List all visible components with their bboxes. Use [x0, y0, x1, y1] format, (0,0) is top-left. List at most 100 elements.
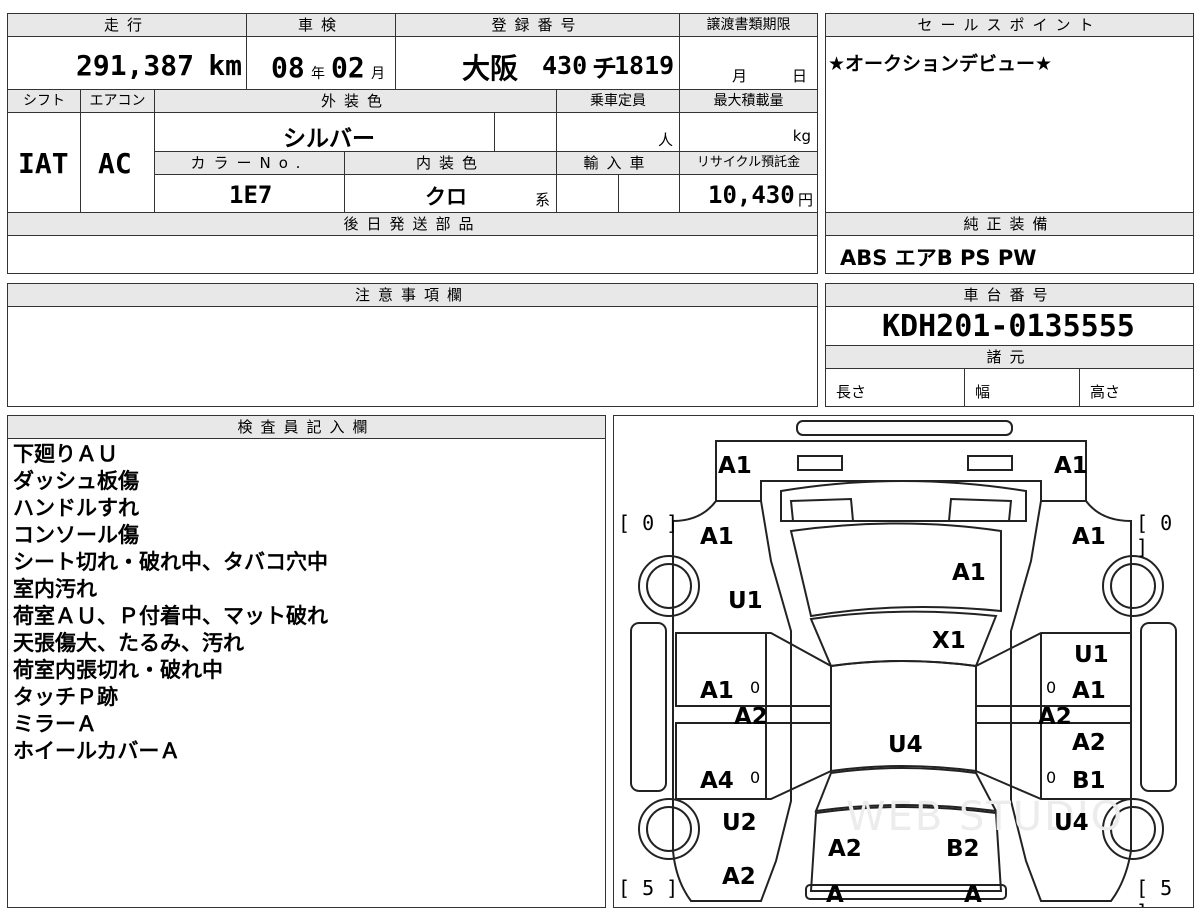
remark-line: シート切れ・破れ中、タバコ穴中	[13, 550, 328, 574]
remark-line: 天張傷大、たるみ、汚れ	[13, 631, 244, 655]
shift-header: シフト	[7, 89, 81, 113]
mark-back-left: A2	[828, 836, 862, 862]
chassis-number: KDH201-0135555	[882, 309, 1135, 344]
import-header: 輸入車	[556, 151, 680, 175]
recycle-fee: 10,430	[708, 181, 795, 209]
left-step	[630, 622, 667, 792]
sales-point-header: セールスポイント	[825, 13, 1194, 37]
mark-rear-bumper-right: A	[964, 882, 982, 908]
mark-right-rear-quarter: B1	[1072, 768, 1106, 794]
notes-header: 注意事項欄	[7, 283, 818, 307]
mileage-unit: km	[208, 49, 242, 82]
exterior-color-label: 外装色	[320, 92, 390, 110]
capacity-unit: 人	[657, 131, 673, 149]
mileage-label: 走行	[103, 16, 150, 34]
mark-front-right-corner: A1	[1054, 453, 1088, 479]
length-label: 長さ	[836, 383, 867, 401]
capacity-header: 乗車定員	[556, 89, 680, 113]
shaken-cell: 08 年 02 月	[246, 36, 396, 90]
mark-left-rear-wheel: U2	[722, 810, 757, 836]
tire-bracket-front-right: [ 0 ]	[1136, 511, 1173, 559]
sales-point-label: セールスポイント	[917, 16, 1102, 34]
front-bumper-shape	[796, 420, 1013, 436]
mark-right-rear-wheel: U4	[1054, 810, 1089, 836]
remark-line: ハンドルすれ	[13, 496, 139, 520]
headlight-left	[797, 455, 843, 471]
width-label: 幅	[975, 383, 991, 401]
dimensions-label: 諸元	[986, 348, 1033, 366]
front-right-wheel-inner	[1110, 563, 1156, 609]
tire-bracket-rear-left: [ 5 ]	[618, 876, 679, 900]
tire-bracket-rear-right: [ 5 ]	[1136, 876, 1173, 907]
remark-line: 下廻りＡＵ	[13, 442, 118, 466]
max-load-label: 最大積載量	[713, 93, 784, 109]
chassis-cell: KDH201-0135555	[825, 306, 1194, 346]
width-cell: 幅	[964, 368, 1080, 407]
color-no-cell: 1E7	[154, 174, 345, 213]
interior-suffix: 系	[534, 191, 550, 209]
shaken-month-unit: 月	[371, 66, 385, 82]
grille-right	[947, 497, 1013, 522]
grille-left	[789, 497, 855, 522]
windshield-shape	[809, 610, 998, 668]
tire-front-right-value: 0	[1160, 511, 1173, 535]
chassis-header: 車台番号	[825, 283, 1194, 307]
dimensions-header: 諸元	[825, 345, 1194, 369]
ac-header: エアコン	[80, 89, 155, 113]
plate-region: 大阪	[462, 52, 519, 85]
mark-rear-left-corner: A2	[722, 864, 756, 890]
door-zero: 0	[750, 768, 761, 787]
recycle-cell: 10,430 円	[679, 174, 818, 213]
later-parts-header: 後日発送部品	[7, 212, 818, 236]
genuine-equipment-header: 純正装備	[825, 212, 1194, 236]
right-rear-door	[975, 722, 1132, 800]
deadline-day-unit: 日	[792, 67, 808, 85]
notes-label: 注意事項欄	[354, 286, 470, 304]
color-no-header: カラーNo.	[154, 151, 345, 175]
mark-left-rear-door: A4	[700, 768, 734, 794]
shaken-label: 車検	[297, 16, 344, 34]
remark-line: ダッシュ板傷	[13, 469, 139, 493]
mark-right-rear-door: A2	[1072, 730, 1106, 756]
shaken-year-unit: 年	[311, 66, 325, 82]
exterior-color-cell: シルバー	[154, 112, 495, 152]
color-no-value: 1E7	[229, 181, 273, 209]
interior-color-value: クロ	[425, 185, 467, 209]
remark-line: タッチＰ跡	[13, 685, 118, 709]
mark-hood: A1	[952, 560, 986, 586]
capacity-label: 乗車定員	[590, 93, 646, 109]
remark-line: 荷室ＡＵ、Ｐ付着中、マット破れ	[13, 604, 328, 628]
plate-class: 430	[542, 51, 588, 80]
exterior-color-value: シルバー	[283, 126, 375, 152]
ac-label: エアコン	[89, 93, 146, 109]
shift-label: シフト	[23, 93, 65, 109]
right-step	[1140, 622, 1177, 792]
mark-right-front-door: A1	[1072, 678, 1106, 704]
deadline-cell: 月 日	[679, 36, 818, 90]
mark-rear-bumper-left: A	[826, 882, 844, 908]
mark-roof: U4	[888, 732, 923, 758]
load-unit: kg	[792, 127, 811, 145]
tire-rear-left-value: 5	[642, 876, 655, 900]
mileage-header: 走行	[7, 13, 247, 37]
remark-line: ミラーＡ	[13, 712, 97, 736]
height-label: 高さ	[1090, 383, 1121, 401]
tire-bracket-front-left: [ 0 ]	[618, 511, 679, 535]
ac-value: AC	[98, 147, 132, 180]
max-load-cell: kg	[679, 112, 818, 152]
registration-cell: 大阪 430 チ 1819	[395, 36, 680, 90]
capacity-cell: 人	[556, 112, 680, 152]
later-parts-label: 後日発送部品	[343, 215, 482, 233]
registration-label: 登録番号	[491, 16, 584, 34]
import-label: 輸入車	[583, 154, 653, 172]
deadline-label: 譲渡書類期限	[706, 17, 791, 33]
front-left-wheel-inner	[646, 563, 692, 609]
tire-rear-right-value: 5	[1160, 876, 1173, 900]
sales-point-cell: ★オークションデビュー★	[825, 36, 1194, 213]
recycle-header: リサイクル預託金	[679, 151, 818, 175]
remark-line: ホイールカバーＡ	[13, 739, 181, 763]
import-cell-a	[556, 174, 619, 213]
car-diagram: WEB STUDIO [ 0 ] [ 0 ] [ 5 ] [ 5 ] 0 0 0…	[613, 415, 1194, 908]
door-zero: 0	[1046, 768, 1057, 787]
tire-front-left-value: 0	[642, 511, 655, 535]
